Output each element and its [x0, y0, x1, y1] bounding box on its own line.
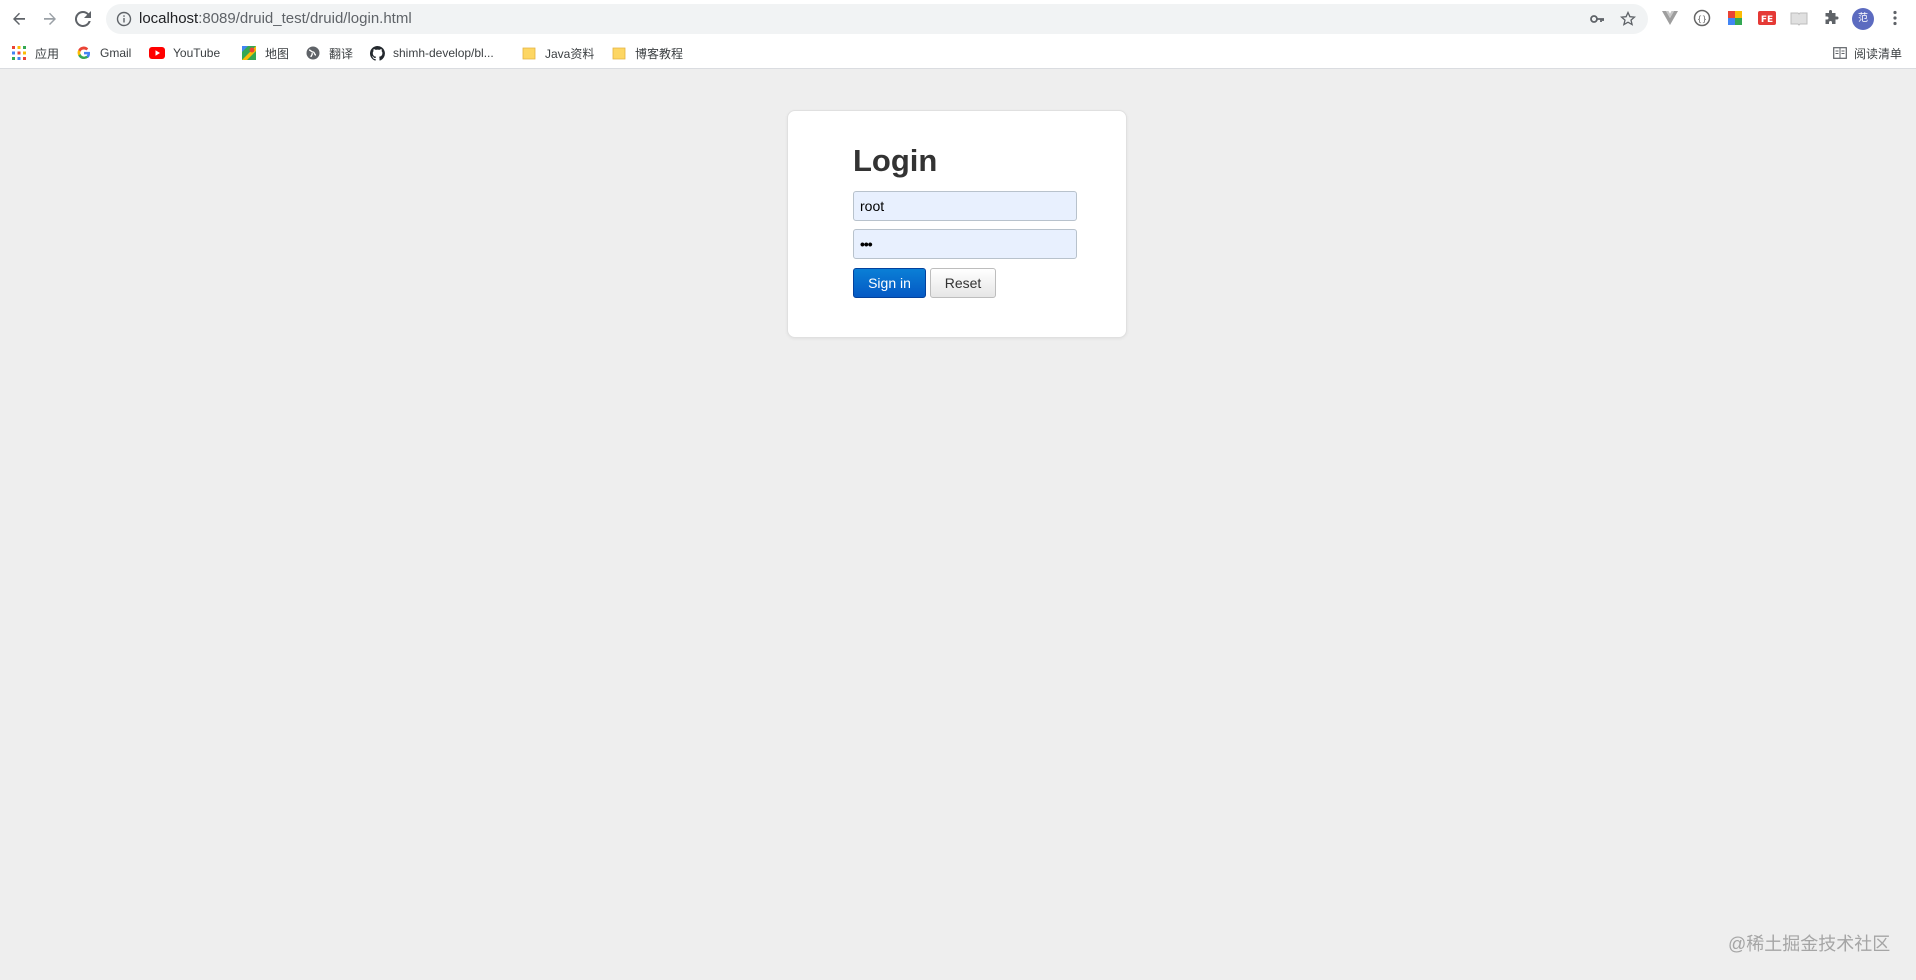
url-path: :8089/druid_test/druid/login.html: [198, 10, 412, 27]
reload-button[interactable]: [70, 6, 96, 32]
reload-icon: [75, 11, 91, 27]
watermark: @稀土掘金技术社区: [1728, 934, 1891, 954]
url-host: localhost: [139, 10, 199, 27]
bookmark-youtube[interactable]: YouTube: [149, 42, 220, 64]
vue-devtools-icon[interactable]: [1660, 8, 1680, 28]
arrow-left-icon: [13, 12, 25, 25]
reader-extension-icon[interactable]: [1789, 8, 1809, 28]
password-input[interactable]: [853, 229, 1077, 259]
bookmark-translate[interactable]: 翻译: [305, 42, 353, 64]
bookmark-maps[interactable]: 地图: [241, 42, 289, 64]
globe-icon: [305, 45, 321, 61]
youtube-icon: [149, 45, 165, 61]
color-extension-icon[interactable]: [1725, 8, 1745, 28]
bookmark-label: YouTube: [173, 46, 221, 60]
key-icon[interactable]: [1588, 10, 1606, 28]
info-icon[interactable]: [116, 11, 132, 27]
sign-in-button[interactable]: Sign in: [853, 268, 926, 298]
reset-button[interactable]: Reset: [930, 268, 996, 298]
maps-icon: [241, 45, 257, 61]
bookmark-gmail[interactable]: Gmail: [76, 42, 131, 64]
bookmark-label: shimh-develop/bl...: [393, 46, 494, 60]
folder-icon: [611, 45, 627, 61]
login-card: Login Sign in Reset: [787, 110, 1127, 338]
reading-list[interactable]: 阅读清单: [1832, 42, 1902, 64]
more-menu-icon[interactable]: [1885, 8, 1905, 28]
bookmark-label: 地图: [265, 46, 290, 61]
bookmark-folder-blog[interactable]: 博客教程: [611, 42, 683, 64]
bookmark-label: Gmail: [100, 46, 132, 60]
bookmark-label: 翻译: [329, 46, 354, 61]
puzzle-icon[interactable]: [1821, 8, 1841, 28]
profile-avatar[interactable]: 范: [1852, 8, 1874, 30]
bookmark-label: Java资料: [545, 46, 595, 61]
bookmark-github[interactable]: shimh-develop/bl...: [369, 42, 494, 64]
browser-toolbar: localhost:8089/druid_test/druid/login.ht…: [0, 0, 1916, 38]
bookmark-label: 应用: [35, 46, 60, 61]
fehelper-icon[interactable]: FE: [1757, 8, 1777, 28]
star-icon[interactable]: [1619, 10, 1637, 28]
url-text[interactable]: localhost:8089/druid_test/druid/login.ht…: [139, 4, 412, 34]
bookmark-folder-java[interactable]: Java资料: [521, 42, 594, 64]
username-input[interactable]: [853, 191, 1077, 221]
bookmark-apps[interactable]: 应用: [11, 42, 59, 64]
json-viewer-icon[interactable]: {}: [1692, 8, 1712, 28]
forward-button[interactable]: [37, 6, 63, 32]
svg-text:{}: {}: [1697, 15, 1707, 24]
apps-grid-icon: [11, 45, 27, 61]
reading-list-icon: [1832, 45, 1848, 61]
back-button[interactable]: [6, 6, 32, 32]
reading-list-label: 阅读清单: [1854, 46, 1903, 61]
arrow-right-icon: [44, 12, 56, 25]
login-title: Login: [853, 143, 938, 178]
github-icon: [369, 45, 385, 61]
folder-icon: [521, 45, 537, 61]
svg-text:FE: FE: [1761, 15, 1773, 25]
google-icon: [76, 45, 92, 61]
bookmarks-bar: 应用 Gmail YouTube 地图 翻译 shimh-develop/bl.…: [0, 38, 1916, 69]
address-bar[interactable]: localhost:8089/druid_test/druid/login.ht…: [106, 4, 1648, 34]
bookmark-label: 博客教程: [635, 46, 684, 61]
